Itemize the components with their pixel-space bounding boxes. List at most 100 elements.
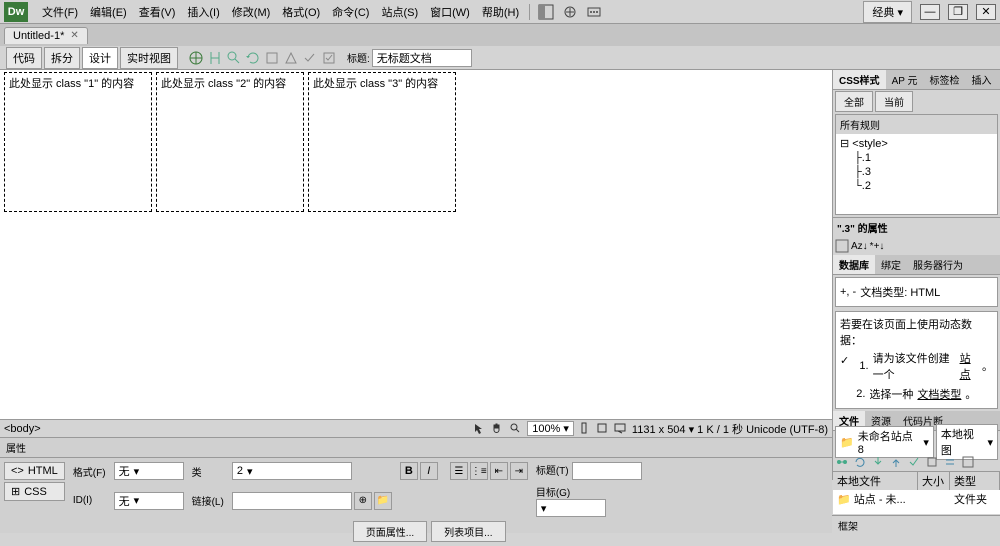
menu-edit[interactable]: 编辑(E) [84, 2, 133, 22]
menu-file[interactable]: 文件(F) [36, 2, 84, 22]
html-mode-button[interactable]: <>HTML [4, 462, 65, 480]
tree-style-root[interactable]: ⊟ <style> [840, 136, 993, 151]
tab-tag-inspector[interactable]: 标签检 [924, 70, 966, 89]
site-link[interactable]: 站点 [960, 350, 978, 382]
layout-icon[interactable] [538, 4, 554, 20]
mobile-size-icon[interactable] [578, 422, 592, 436]
link-label: 链接(L) [192, 493, 224, 508]
id-dropdown[interactable]: 无 ▾ [114, 492, 184, 510]
col-type[interactable]: 类型 [950, 472, 1000, 490]
outdent-button[interactable]: ⇤ [490, 462, 508, 480]
document-tab[interactable]: Untitled-1* ✕ [4, 27, 88, 44]
put-icon[interactable] [889, 455, 903, 469]
hand-icon[interactable] [491, 422, 505, 436]
col-local-file[interactable]: 本地文件 [833, 472, 918, 490]
sync-icon[interactable] [943, 455, 957, 469]
expand-icon[interactable] [961, 455, 975, 469]
div-box-3[interactable]: 此处显示 class "3" 的内容 [308, 72, 456, 212]
tab-css-styles[interactable]: CSS样式 [833, 70, 886, 89]
ul-button[interactable]: ☰ [450, 462, 468, 480]
tree-rule[interactable]: ├.3 [840, 165, 993, 179]
validate-icon[interactable] [302, 50, 318, 66]
browse-folder-icon[interactable]: 📁 [374, 492, 392, 510]
tag-selector[interactable]: <body> [4, 423, 41, 435]
properties-title: 属性 [0, 438, 832, 458]
check-icon[interactable] [321, 50, 337, 66]
refresh-files-icon[interactable] [853, 455, 867, 469]
target-dropdown[interactable]: ▾ [536, 499, 606, 517]
hint-row-1: ✓ 1. 请为该文件创建一个站点。 [840, 348, 993, 384]
refresh-icon[interactable] [245, 50, 261, 66]
menu-window[interactable]: 窗口(W) [424, 2, 476, 22]
link-input[interactable] [232, 492, 352, 510]
format-label: 格式(F) [73, 464, 106, 479]
format-dropdown[interactable]: 无 ▾ [114, 462, 184, 480]
div-box-1[interactable]: 此处显示 class "1" 的内容 [4, 72, 152, 212]
tab-insert[interactable]: 插入 [966, 70, 998, 89]
list-item-button[interactable]: 列表项目... [431, 521, 505, 542]
css-all-button[interactable]: 全部 [835, 91, 873, 112]
point-to-file-icon[interactable]: ⊕ [354, 492, 372, 510]
category-view-icon[interactable] [835, 239, 849, 253]
view-live-button[interactable]: 实时视图 [120, 47, 178, 69]
id-label: ID(I) [73, 495, 106, 506]
zoom-dropdown[interactable]: 100% ▾ [527, 421, 574, 436]
checkin-icon[interactable] [925, 455, 939, 469]
file-mgmt-icon[interactable] [207, 50, 223, 66]
restore-button[interactable]: ❐ [948, 4, 968, 20]
tree-rule[interactable]: └.2 [840, 179, 993, 193]
get-icon[interactable] [871, 455, 885, 469]
css-mode-button[interactable]: ⊞CSS [4, 482, 65, 501]
tab-database[interactable]: 数据库 [833, 255, 875, 274]
globe-icon[interactable] [188, 50, 204, 66]
class-dropdown[interactable]: 2 ▾ [232, 462, 352, 480]
page-properties-button[interactable]: 页面属性... [353, 521, 427, 542]
css-current-button[interactable]: 当前 [875, 91, 913, 112]
title-field[interactable] [572, 462, 642, 480]
title-input[interactable] [372, 49, 472, 67]
italic-button[interactable]: I [420, 462, 438, 480]
doctype-link[interactable]: 文档类型 [917, 386, 961, 402]
extend-icon[interactable] [562, 4, 578, 20]
close-button[interactable]: ✕ [976, 4, 996, 20]
checkout-icon[interactable] [907, 455, 921, 469]
tree-rule[interactable]: ├.1 [840, 151, 993, 165]
title-label: 标题: [347, 50, 370, 65]
tab-server-behaviors[interactable]: 服务器行为 [907, 255, 969, 274]
window-size-info: 1131 x 504 ▾ 1 K / 1 秒 Unicode (UTF-8) [632, 421, 828, 437]
view-code-button[interactable]: 代码 [6, 47, 42, 69]
zoom-tool-icon[interactable] [509, 422, 523, 436]
div-box-2[interactable]: 此处显示 class "2" 的内容 [156, 72, 304, 212]
desktop-size-icon[interactable] [614, 422, 628, 436]
frames-panel-header[interactable]: 框架 [832, 515, 1000, 533]
tab-bindings[interactable]: 绑定 [875, 255, 907, 274]
menu-commands[interactable]: 命令(C) [326, 2, 375, 22]
document-tab-label: Untitled-1* [13, 30, 64, 42]
close-tab-icon[interactable]: ✕ [70, 30, 78, 41]
indent-button[interactable]: ⇥ [510, 462, 528, 480]
minimize-button[interactable]: — [920, 4, 940, 20]
menu-site[interactable]: 站点(S) [375, 2, 424, 22]
bold-button[interactable]: B [400, 462, 418, 480]
connect-icon[interactable] [835, 455, 849, 469]
col-size[interactable]: 大小 [918, 472, 950, 490]
tab-ap-elements[interactable]: AP 元 [886, 70, 924, 89]
menu-format[interactable]: 格式(O) [276, 2, 326, 22]
view-split-button[interactable]: 拆分 [44, 47, 80, 69]
css-props-header: ".3" 的属性 [833, 217, 1000, 237]
visual-aids-icon[interactable] [283, 50, 299, 66]
tablet-size-icon[interactable] [596, 422, 610, 436]
menu-modify[interactable]: 修改(M) [226, 2, 277, 22]
menu-view[interactable]: 查看(V) [133, 2, 182, 22]
view-design-button[interactable]: 设计 [82, 47, 118, 69]
menu-insert[interactable]: 插入(I) [181, 2, 225, 22]
pointer-icon[interactable] [473, 422, 487, 436]
file-row[interactable]: 📁 站点 - 未... 文件夹 [833, 490, 1000, 508]
view-options-icon[interactable] [264, 50, 280, 66]
site-icon[interactable] [586, 4, 602, 20]
preview-icon[interactable] [226, 50, 242, 66]
menu-help[interactable]: 帮助(H) [476, 2, 525, 22]
doc-type-row: +, - 文档类型: HTML [840, 282, 993, 302]
ol-button[interactable]: ⋮≡ [470, 462, 488, 480]
workspace-switcher[interactable]: 经典 ▾ [863, 1, 912, 23]
